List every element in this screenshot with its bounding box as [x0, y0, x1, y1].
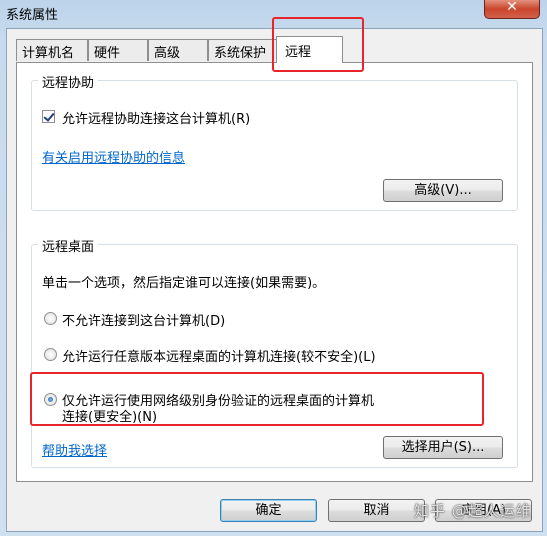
tab-label: 高级: [154, 46, 181, 61]
allow-any-version-label: 允许运行任意版本远程桌面的计算机连接(较不安全)(L): [62, 350, 376, 365]
radio-deny-connections[interactable]: [44, 312, 57, 325]
close-icon: ✕: [506, 0, 518, 15]
remote-tab-highlight: [272, 17, 364, 72]
tab-advanced[interactable]: 高级: [148, 39, 208, 61]
select-users-button-label: 选择用户(S)...: [401, 440, 485, 455]
tab-system-protection[interactable]: 系统保护: [208, 39, 278, 61]
advanced-button[interactable]: 高级(V)...: [383, 179, 503, 202]
allow-remote-assistance-checkbox[interactable]: [42, 110, 55, 123]
cancel-button[interactable]: 取消: [328, 499, 425, 522]
help-me-choose-link[interactable]: 帮助我选择: [42, 440, 107, 459]
watermark: 知乎 @超人运维: [414, 502, 532, 520]
remote-assistance-group-label: 远程协助: [38, 72, 99, 91]
ok-button-label: 确定: [255, 503, 282, 518]
nla-option-highlight: [30, 372, 484, 426]
close-button[interactable]: ✕: [484, 0, 540, 19]
dialog-client-area: 计算机名 硬件 高级 系统保护 远程 远程协助 允许远程协助连接这台计算机(R)…: [6, 28, 543, 532]
tab-computer-name[interactable]: 计算机名: [16, 39, 88, 61]
radio-allow-any-version[interactable]: [44, 348, 57, 361]
window-title: 系统属性: [6, 8, 59, 23]
tab-label: 硬件: [94, 46, 121, 61]
remote-desktop-group-label: 远程桌面: [38, 236, 99, 255]
tab-label: 系统保护: [214, 46, 267, 61]
remote-desktop-instruction: 单击一个选项，然后指定谁可以连接(如果需要)。: [42, 276, 326, 291]
system-properties-window: 系统属性 ✕ 计算机名 硬件 高级 系统保护 远程 远程协助 允许远程协助连接这…: [0, 0, 547, 536]
select-users-button[interactable]: 选择用户(S)...: [383, 436, 503, 459]
allow-remote-assistance-label: 允许远程协助连接这台计算机(R): [62, 112, 251, 127]
tab-label: 计算机名: [22, 46, 75, 61]
remote-assistance-info-link[interactable]: 有关启用远程协助的信息: [42, 147, 185, 166]
advanced-button-label: 高级(V)...: [414, 183, 472, 198]
tab-hardware[interactable]: 硬件: [88, 39, 148, 61]
remote-assistance-group: 远程协助 允许远程协助连接这台计算机(R) 有关启用远程协助的信息 高级(V).…: [31, 72, 518, 211]
ok-button[interactable]: 确定: [220, 499, 317, 522]
cancel-button-label: 取消: [363, 503, 390, 518]
remote-desktop-group: 远程桌面 单击一个选项，然后指定谁可以连接(如果需要)。 不允许连接到这台计算机…: [31, 236, 518, 468]
deny-connections-label: 不允许连接到这台计算机(D): [62, 314, 226, 329]
